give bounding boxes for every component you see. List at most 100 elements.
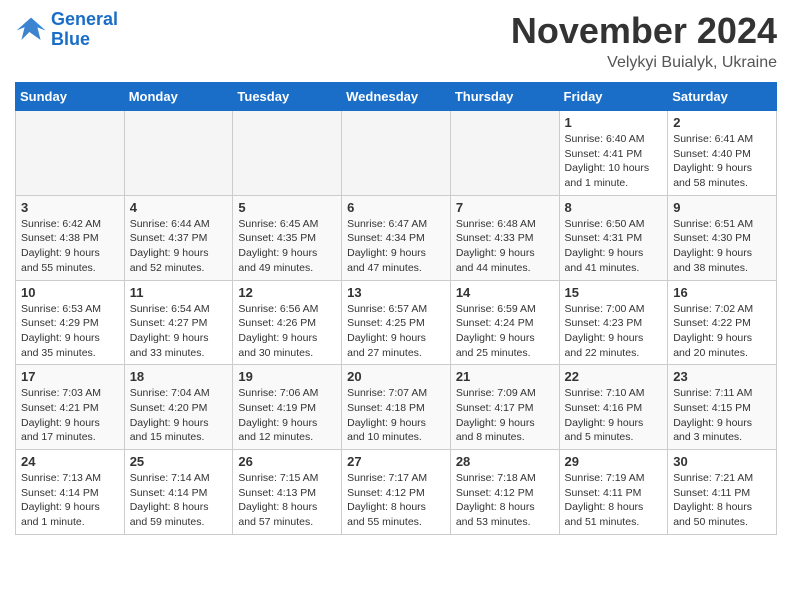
day-number: 6 bbox=[347, 200, 445, 215]
day-number: 16 bbox=[673, 285, 771, 300]
calendar-cell: 8 Sunrise: 6:50 AMSunset: 4:31 PMDaylight… bbox=[559, 195, 668, 280]
calendar-cell: 15Sunrise: 7:00 AMSunset: 4:23 PMDayligh… bbox=[559, 280, 668, 365]
day-info: Sunrise: 6:54 AMSunset: 4:27 PMDaylight:… bbox=[130, 302, 228, 361]
calendar-cell: 12 Sunrise: 6:56 AMSunset: 4:26 PMDayligh… bbox=[233, 280, 342, 365]
calendar-cell: 19 Sunrise: 7:06 AMSunset: 4:19 PMDayligh… bbox=[233, 365, 342, 450]
calendar-week-1: 1 Sunrise: 6:40 AMSunset: 4:41 PMDaylight… bbox=[16, 111, 777, 196]
day-number: 5 bbox=[238, 200, 336, 215]
day-info: Sunrise: 6:48 AMSunset: 4:33 PMDaylight:… bbox=[456, 217, 554, 276]
day-number: 13 bbox=[347, 285, 445, 300]
day-info: Sunrise: 7:13 AMSunset: 4:14 PMDaylight:… bbox=[21, 471, 119, 530]
calendar-cell bbox=[450, 111, 559, 196]
day-info: Sunrise: 7:02 AMSunset: 4:22 PMDaylight:… bbox=[673, 302, 771, 361]
calendar-cell: 21 Sunrise: 7:09 AMSunset: 4:17 PMDayligh… bbox=[450, 365, 559, 450]
calendar-cell: 30Sunrise: 7:21 AMSunset: 4:11 PMDayligh… bbox=[668, 450, 777, 535]
calendar-header-monday: Monday bbox=[124, 83, 233, 111]
day-info: Sunrise: 6:57 AMSunset: 4:25 PMDaylight:… bbox=[347, 302, 445, 361]
logo: General Blue bbox=[15, 10, 118, 50]
calendar-table: SundayMondayTuesdayWednesdayThursdayFrid… bbox=[15, 82, 777, 535]
day-info: Sunrise: 6:50 AMSunset: 4:31 PMDaylight:… bbox=[565, 217, 663, 276]
calendar-cell: 4 Sunrise: 6:44 AMSunset: 4:37 PMDaylight… bbox=[124, 195, 233, 280]
day-info: Sunrise: 7:03 AMSunset: 4:21 PMDaylight:… bbox=[21, 386, 119, 445]
calendar-cell: 27 Sunrise: 7:17 AMSunset: 4:12 PMDayligh… bbox=[342, 450, 451, 535]
calendar-cell: 11 Sunrise: 6:54 AMSunset: 4:27 PMDayligh… bbox=[124, 280, 233, 365]
calendar-cell: 24 Sunrise: 7:13 AMSunset: 4:14 PMDayligh… bbox=[16, 450, 125, 535]
logo-bird-icon bbox=[15, 16, 47, 44]
day-number: 18 bbox=[130, 369, 228, 384]
day-info: Sunrise: 7:10 AMSunset: 4:16 PMDaylight:… bbox=[565, 386, 663, 445]
day-number: 22 bbox=[565, 369, 663, 384]
day-number: 17 bbox=[21, 369, 119, 384]
day-number: 24 bbox=[21, 454, 119, 469]
calendar-cell: 1 Sunrise: 6:40 AMSunset: 4:41 PMDaylight… bbox=[559, 111, 668, 196]
calendar-cell: 7 Sunrise: 6:48 AMSunset: 4:33 PMDaylight… bbox=[450, 195, 559, 280]
day-info: Sunrise: 6:41 AMSunset: 4:40 PMDaylight:… bbox=[673, 132, 771, 191]
day-info: Sunrise: 7:18 AMSunset: 4:12 PMDaylight:… bbox=[456, 471, 554, 530]
day-number: 7 bbox=[456, 200, 554, 215]
day-info: Sunrise: 6:47 AMSunset: 4:34 PMDaylight:… bbox=[347, 217, 445, 276]
day-number: 23 bbox=[673, 369, 771, 384]
day-number: 25 bbox=[130, 454, 228, 469]
calendar-cell: 6 Sunrise: 6:47 AMSunset: 4:34 PMDaylight… bbox=[342, 195, 451, 280]
calendar-cell: 16 Sunrise: 7:02 AMSunset: 4:22 PMDayligh… bbox=[668, 280, 777, 365]
calendar-cell: 25 Sunrise: 7:14 AMSunset: 4:14 PMDayligh… bbox=[124, 450, 233, 535]
day-number: 11 bbox=[130, 285, 228, 300]
day-number: 19 bbox=[238, 369, 336, 384]
calendar-cell bbox=[124, 111, 233, 196]
day-info: Sunrise: 7:04 AMSunset: 4:20 PMDaylight:… bbox=[130, 386, 228, 445]
day-number: 4 bbox=[130, 200, 228, 215]
day-number: 28 bbox=[456, 454, 554, 469]
day-info: Sunrise: 7:09 AMSunset: 4:17 PMDaylight:… bbox=[456, 386, 554, 445]
page-container: General Blue November 2024 Velykyi Buial… bbox=[0, 0, 792, 545]
calendar-header-tuesday: Tuesday bbox=[233, 83, 342, 111]
header: General Blue November 2024 Velykyi Buial… bbox=[15, 10, 777, 72]
day-number: 8 bbox=[565, 200, 663, 215]
calendar-cell: 13 Sunrise: 6:57 AMSunset: 4:25 PMDayligh… bbox=[342, 280, 451, 365]
calendar-header-wednesday: Wednesday bbox=[342, 83, 451, 111]
day-info: Sunrise: 7:00 AMSunset: 4:23 PMDaylight:… bbox=[565, 302, 663, 361]
title-block: November 2024 Velykyi Buialyk, Ukraine bbox=[511, 10, 777, 72]
day-number: 1 bbox=[565, 115, 663, 130]
day-info: Sunrise: 7:14 AMSunset: 4:14 PMDaylight:… bbox=[130, 471, 228, 530]
day-number: 27 bbox=[347, 454, 445, 469]
day-info: Sunrise: 7:07 AMSunset: 4:18 PMDaylight:… bbox=[347, 386, 445, 445]
calendar-cell: 14 Sunrise: 6:59 AMSunset: 4:24 PMDayligh… bbox=[450, 280, 559, 365]
day-number: 21 bbox=[456, 369, 554, 384]
day-info: Sunrise: 6:51 AMSunset: 4:30 PMDaylight:… bbox=[673, 217, 771, 276]
calendar-cell: 10Sunrise: 6:53 AMSunset: 4:29 PMDayligh… bbox=[16, 280, 125, 365]
calendar-week-4: 17 Sunrise: 7:03 AMSunset: 4:21 PMDayligh… bbox=[16, 365, 777, 450]
calendar-cell: 17 Sunrise: 7:03 AMSunset: 4:21 PMDayligh… bbox=[16, 365, 125, 450]
day-number: 3 bbox=[21, 200, 119, 215]
day-info: Sunrise: 7:17 AMSunset: 4:12 PMDaylight:… bbox=[347, 471, 445, 530]
calendar-cell bbox=[342, 111, 451, 196]
day-number: 20 bbox=[347, 369, 445, 384]
day-info: Sunrise: 6:40 AMSunset: 4:41 PMDaylight:… bbox=[565, 132, 663, 191]
day-info: Sunrise: 7:11 AMSunset: 4:15 PMDaylight:… bbox=[673, 386, 771, 445]
day-number: 10 bbox=[21, 285, 119, 300]
day-info: Sunrise: 6:59 AMSunset: 4:24 PMDaylight:… bbox=[456, 302, 554, 361]
calendar-cell: 2Sunrise: 6:41 AMSunset: 4:40 PMDaylight… bbox=[668, 111, 777, 196]
calendar-cell: 26 Sunrise: 7:15 AMSunset: 4:13 PMDayligh… bbox=[233, 450, 342, 535]
calendar-cell bbox=[16, 111, 125, 196]
calendar-cell: 23 Sunrise: 7:11 AMSunset: 4:15 PMDayligh… bbox=[668, 365, 777, 450]
day-info: Sunrise: 6:44 AMSunset: 4:37 PMDaylight:… bbox=[130, 217, 228, 276]
day-number: 29 bbox=[565, 454, 663, 469]
calendar-cell: 3Sunrise: 6:42 AMSunset: 4:38 PMDaylight… bbox=[16, 195, 125, 280]
day-number: 26 bbox=[238, 454, 336, 469]
day-number: 30 bbox=[673, 454, 771, 469]
calendar-header-sunday: Sunday bbox=[16, 83, 125, 111]
month-title: November 2024 bbox=[511, 10, 777, 52]
calendar-week-3: 10Sunrise: 6:53 AMSunset: 4:29 PMDayligh… bbox=[16, 280, 777, 365]
calendar-header-row: SundayMondayTuesdayWednesdayThursdayFrid… bbox=[16, 83, 777, 111]
day-info: Sunrise: 7:15 AMSunset: 4:13 PMDaylight:… bbox=[238, 471, 336, 530]
day-info: Sunrise: 6:45 AMSunset: 4:35 PMDaylight:… bbox=[238, 217, 336, 276]
calendar-cell: 9Sunrise: 6:51 AMSunset: 4:30 PMDaylight… bbox=[668, 195, 777, 280]
day-info: Sunrise: 7:06 AMSunset: 4:19 PMDaylight:… bbox=[238, 386, 336, 445]
calendar-cell: 5 Sunrise: 6:45 AMSunset: 4:35 PMDaylight… bbox=[233, 195, 342, 280]
day-info: Sunrise: 6:56 AMSunset: 4:26 PMDaylight:… bbox=[238, 302, 336, 361]
calendar-cell: 22 Sunrise: 7:10 AMSunset: 4:16 PMDayligh… bbox=[559, 365, 668, 450]
calendar-cell: 28 Sunrise: 7:18 AMSunset: 4:12 PMDayligh… bbox=[450, 450, 559, 535]
calendar-cell: 20 Sunrise: 7:07 AMSunset: 4:18 PMDayligh… bbox=[342, 365, 451, 450]
day-number: 12 bbox=[238, 285, 336, 300]
day-number: 14 bbox=[456, 285, 554, 300]
